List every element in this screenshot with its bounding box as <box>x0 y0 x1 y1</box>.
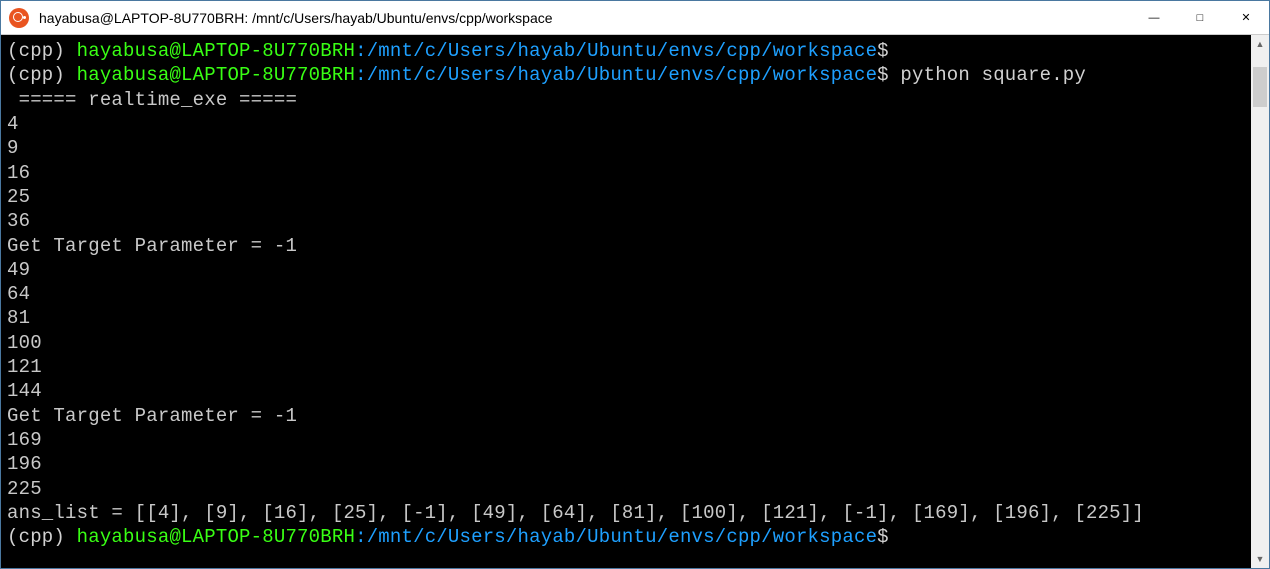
maximize-button[interactable]: □ <box>1177 1 1223 34</box>
output-line: 25 <box>7 186 30 208</box>
user-host: hayabusa@LAPTOP-8U770BRH <box>77 64 355 86</box>
env-prefix: (cpp) <box>7 64 77 86</box>
output-line: 196 <box>7 453 42 475</box>
close-button[interactable]: ✕ <box>1223 1 1269 34</box>
output-line: 9 <box>7 137 19 159</box>
colon: : <box>355 64 367 86</box>
output-line: 225 <box>7 478 42 500</box>
env-prefix: (cpp) <box>7 526 77 548</box>
scroll-thumb[interactable] <box>1253 67 1267 107</box>
output-line: 144 <box>7 380 42 402</box>
output-line: 64 <box>7 283 30 305</box>
env-prefix: (cpp) <box>7 40 77 62</box>
prompt-dollar: $ <box>877 64 889 86</box>
output-line: 100 <box>7 332 42 354</box>
command-run: python square.py <box>889 64 1086 86</box>
output-header: ===== realtime_exe ===== <box>7 89 297 111</box>
user-host: hayabusa@LAPTOP-8U770BRH <box>77 526 355 548</box>
prompt-dollar: $ <box>877 40 889 62</box>
colon: : <box>355 40 367 62</box>
output-line: 121 <box>7 356 42 378</box>
user-host: hayabusa@LAPTOP-8U770BRH <box>77 40 355 62</box>
minimize-button[interactable]: — <box>1131 1 1177 34</box>
output-message: Get Target Parameter = -1 <box>7 405 297 427</box>
scroll-up-icon[interactable]: ▲ <box>1251 35 1269 53</box>
output-ans-list: ans_list = [[4], [9], [16], [25], [-1], … <box>7 502 1144 524</box>
terminal-output[interactable]: (cpp) hayabusa@LAPTOP-8U770BRH:/mnt/c/Us… <box>1 35 1251 568</box>
scrollbar[interactable]: ▲ ▼ <box>1251 35 1269 568</box>
output-line: 36 <box>7 210 30 232</box>
cwd-path: /mnt/c/Users/hayab/Ubuntu/envs/cpp/works… <box>367 526 877 548</box>
output-line: 16 <box>7 162 30 184</box>
window-title: hayabusa@LAPTOP-8U770BRH: /mnt/c/Users/h… <box>39 10 1131 26</box>
titlebar[interactable]: hayabusa@LAPTOP-8U770BRH: /mnt/c/Users/h… <box>1 1 1269 35</box>
ubuntu-icon <box>9 8 29 28</box>
scroll-down-icon[interactable]: ▼ <box>1251 550 1269 568</box>
output-line: 169 <box>7 429 42 451</box>
output-line: 49 <box>7 259 30 281</box>
colon: : <box>355 526 367 548</box>
cwd-path: /mnt/c/Users/hayab/Ubuntu/envs/cpp/works… <box>367 40 877 62</box>
output-message: Get Target Parameter = -1 <box>7 235 297 257</box>
window-controls: — □ ✕ <box>1131 1 1269 34</box>
terminal-area: (cpp) hayabusa@LAPTOP-8U770BRH:/mnt/c/Us… <box>1 35 1269 568</box>
output-line: 81 <box>7 307 30 329</box>
terminal-window: hayabusa@LAPTOP-8U770BRH: /mnt/c/Users/h… <box>0 0 1270 569</box>
output-line: 4 <box>7 113 19 135</box>
prompt-dollar: $ <box>877 526 889 548</box>
cwd-path: /mnt/c/Users/hayab/Ubuntu/envs/cpp/works… <box>367 64 877 86</box>
